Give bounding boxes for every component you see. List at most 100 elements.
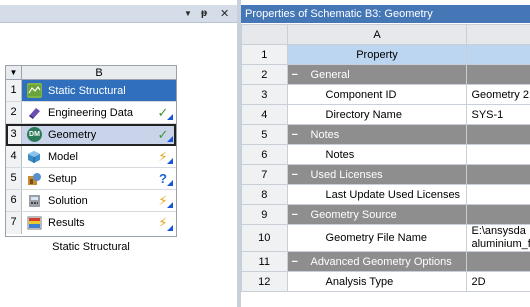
row-corner-marker-icon [167,136,173,142]
properties-table: A 1 Property 2 − General 3 Component ID G… [241,24,530,292]
property-name: Directory Name [286,104,468,125]
row-corner-marker-icon [167,114,173,120]
row-corner-marker-icon [167,180,173,186]
row-number: 3 [241,84,288,105]
system-row-label: Setup [48,172,77,185]
pin-icon[interactable]: ᵽ [201,7,207,21]
system-menu-arrow-icon[interactable]: ▼ [6,66,22,79]
property-name: Notes [286,144,468,165]
system-row-static-structural[interactable]: 1 Static Structural [6,80,176,102]
row-number: 7 [6,212,22,234]
table-row: 4 Directory Name SYS-1 [241,104,530,125]
results-icon [27,216,42,231]
section-label: Geometry Source [310,208,397,221]
properties-pane: Properties of Schematic B3: Geometry A 1… [241,0,530,307]
section-value-cell [466,164,530,185]
property-name: Analysis Type [286,271,468,292]
system-row-label: Solution [48,194,88,207]
column-header-b[interactable] [466,24,530,45]
system-row-setup[interactable]: 5 Setup ? [6,168,176,190]
geometry-icon: DM [27,127,42,142]
section-label: General [310,68,350,81]
static-structural-icon [27,83,42,98]
property-value[interactable]: 2D [466,271,530,292]
row-number: 1 [6,80,22,101]
system-column-letter: B [95,67,103,79]
system-row-label: Results [48,217,85,229]
row-corner-marker-icon [167,225,173,231]
row-number: 1 [241,44,288,65]
system-row-model[interactable]: 4 Model ⚡ [6,146,176,168]
section-row-advanced-geometry-options[interactable]: 11 − Advanced Geometry Options [241,251,530,272]
section-label: Advanced Geometry Options [310,255,452,268]
system-row-label: Engineering Data [48,106,134,119]
row-number: 10 [241,224,288,252]
row-number: 7 [241,164,288,185]
row-number: 8 [241,184,288,205]
system-row-solution[interactable]: 6 Solution ⚡ [6,190,176,212]
pane-menu-dropdown-icon[interactable]: ▼ [184,7,192,21]
table-row: 10 Geometry File Name E:\ansysda alumini… [241,224,530,252]
property-header-cell: Property [286,44,468,65]
collapse-toggle-icon[interactable]: − [292,129,301,141]
section-label: Used Licenses [310,168,383,181]
property-name: Last Update Used Licenses [286,184,468,205]
system-name-caption[interactable]: Static Structural [5,241,177,253]
system-row-label: Geometry [48,128,97,141]
row-number: 4 [6,146,22,167]
system-row-results[interactable]: 7 Results ⚡ [6,212,176,234]
row-number: 2 [6,102,22,123]
column-header-row: A [241,24,530,45]
row-number: 6 [6,190,22,211]
row-corner-marker-icon [167,202,173,208]
row-number: 5 [6,168,22,189]
properties-title: Properties of Schematic B3: Geometry [241,5,530,23]
row-number: 11 [241,251,288,272]
property-value[interactable] [466,184,530,205]
section-value-cell [466,124,530,145]
property-value[interactable] [466,144,530,165]
collapse-toggle-icon[interactable]: − [292,209,301,221]
row-number: 4 [241,104,288,125]
section-value-cell [466,64,530,85]
table-row: 8 Last Update Used Licenses [241,184,530,205]
section-value-cell [466,251,530,272]
section-row-geometry-source[interactable]: 9 − Geometry Source [241,204,530,225]
property-value[interactable]: E:\ansysda aluminium_f [466,224,530,252]
table-row: 3 Component ID Geometry 2 [241,84,530,105]
property-name: Geometry File Name [286,224,468,252]
setup-icon [27,171,42,186]
close-icon[interactable]: ✕ [220,7,229,21]
row-number: 5 [241,124,288,145]
table-row: 12 Analysis Type 2D [241,271,530,292]
column-header-a[interactable]: A [286,24,468,45]
pane-title-bar: ▼ ᵽ ✕ [0,5,237,23]
row-number: 12 [241,271,288,292]
section-row-used-licenses[interactable]: 7 − Used Licenses [241,164,530,185]
collapse-toggle-icon[interactable]: − [292,256,301,268]
section-value-cell [466,204,530,225]
table-row: 6 Notes [241,144,530,165]
property-value[interactable]: SYS-1 [466,104,530,125]
row-corner-marker-icon [167,158,173,164]
value-header-cell [466,44,530,65]
system-row-label: Static Structural [48,84,126,97]
analysis-system-block: ▼ B 1 Static Structural 2 Engineering Da… [5,65,177,237]
system-column-header: ▼ B [6,66,176,80]
system-row-label: Model [48,150,78,163]
section-row-general[interactable]: 2 − General [241,64,530,85]
project-schematic-pane: ▼ ᵽ ✕ ▼ B 1 Static Structural 2 Engineer… [0,0,237,307]
section-label: Notes [310,128,340,141]
row-number: 6 [241,144,288,165]
row-number: 2 [241,64,288,85]
property-name: Component ID [286,84,468,105]
property-value[interactable]: Geometry 2 [466,84,530,105]
collapse-toggle-icon[interactable]: − [292,169,301,181]
engineering-data-icon [27,105,42,120]
system-row-geometry[interactable]: 3 DM Geometry ✓ [6,124,176,146]
section-row-notes[interactable]: 5 − Notes [241,124,530,145]
system-row-engineering-data[interactable]: 2 Engineering Data ✓ [6,102,176,124]
collapse-toggle-icon[interactable]: − [292,69,301,81]
solution-icon [27,193,42,208]
model-icon [27,149,42,164]
